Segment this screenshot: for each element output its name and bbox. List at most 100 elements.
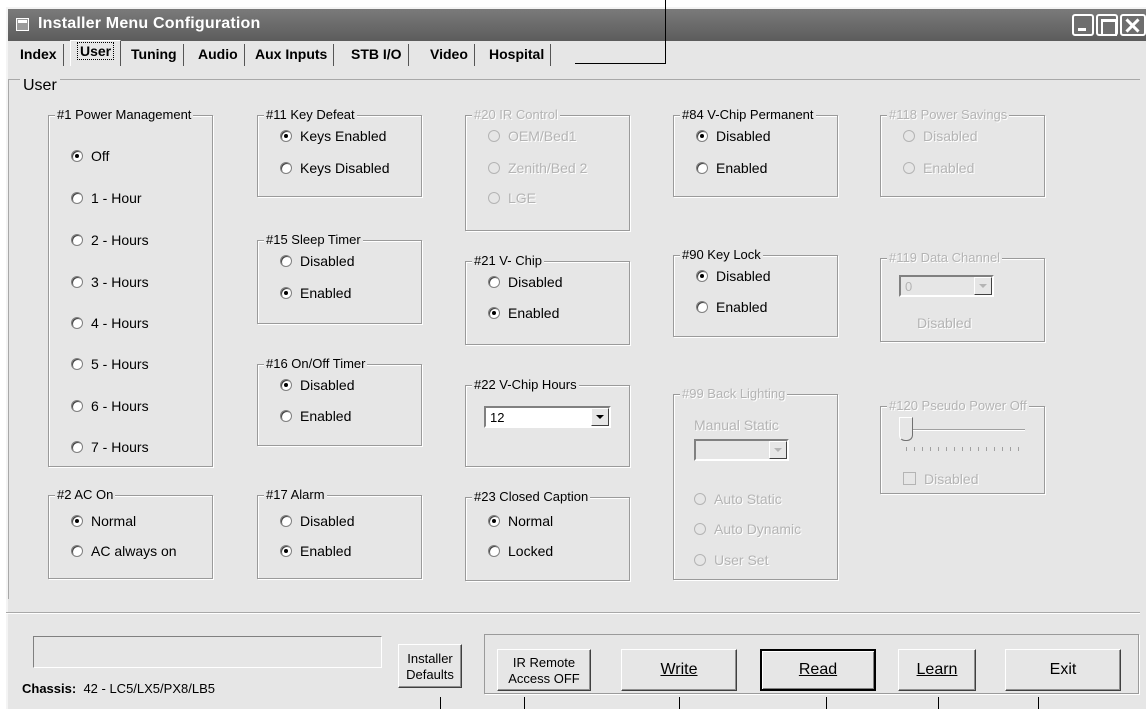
callout-tick (1038, 697, 1039, 709)
group-title: #90 Key Lock (680, 247, 763, 262)
radio-icon (488, 276, 500, 288)
radio-ac-always-on[interactable]: AC always on (71, 543, 177, 559)
radio-cc-normal[interactable]: Normal (488, 513, 553, 529)
dropdown-arrow-icon (974, 277, 992, 295)
radio-vchip-perm-disabled[interactable]: Disabled (696, 128, 770, 144)
exit-button[interactable]: Exit (1005, 649, 1121, 691)
group-sleep-timer: #15 Sleep Timer Disabled Enabled (257, 232, 422, 324)
group-title: #11 Key Defeat (264, 107, 357, 122)
radio-selected-icon (696, 130, 708, 142)
radio-power-4h[interactable]: 4 - Hours (71, 315, 149, 331)
write-button[interactable]: Write (621, 649, 737, 691)
dropdown-arrow-icon (769, 441, 787, 459)
radio-icon (694, 554, 706, 566)
slider-tick (954, 447, 955, 451)
footer-separator (6, 612, 1140, 614)
callout-tick (826, 697, 827, 709)
radio-vchip-disabled[interactable]: Disabled (488, 274, 562, 290)
radio-keylock-enabled[interactable]: Enabled (696, 299, 767, 315)
tab-video[interactable]: Video (424, 44, 475, 66)
callout-tick (679, 697, 680, 709)
group-data-channel: #119 Data Channel 0 Disabled (880, 250, 1045, 342)
radio-icon (71, 545, 83, 557)
ir-remote-access-button[interactable]: IR Remote Access OFF (497, 649, 591, 691)
radio-cc-locked[interactable]: Locked (488, 543, 553, 559)
radio-icon (71, 276, 83, 288)
radio-power-2h[interactable]: 2 - Hours (71, 232, 149, 248)
radio-selected-icon (71, 515, 83, 527)
radio-icon (280, 410, 292, 422)
window-menu-icon[interactable] (16, 18, 29, 31)
tab-index[interactable]: Index (14, 44, 64, 66)
radio-alarm-disabled[interactable]: Disabled (280, 513, 354, 529)
read-button[interactable]: Read (760, 649, 876, 691)
callout-tick (440, 697, 441, 709)
radio-icon (696, 301, 708, 313)
tab-user[interactable]: User (70, 40, 122, 66)
radio-icon (488, 545, 500, 557)
maximize-button[interactable] (1096, 14, 1118, 36)
slider-tick (994, 447, 995, 451)
close-button[interactable] (1120, 14, 1146, 36)
radio-power-1h[interactable]: 1 - Hour (71, 190, 142, 206)
radio-ac-normal[interactable]: Normal (71, 513, 136, 529)
installer-defaults-button[interactable]: Installer Defaults (398, 644, 462, 688)
radio-ir-oem: OEM/Bed1 (488, 128, 576, 144)
radio-power-5h[interactable]: 5 - Hours (71, 356, 149, 372)
group-title: #119 Data Channel (887, 250, 1003, 265)
radio-keys-enabled[interactable]: Keys Enabled (280, 128, 386, 144)
radio-auto-dynamic: Auto Dynamic (694, 521, 801, 537)
dropdown-arrow-icon[interactable] (591, 408, 609, 426)
radio-sleep-disabled[interactable]: Disabled (280, 253, 354, 269)
tab-hospital[interactable]: Hospital (483, 44, 552, 66)
slider-tick (1018, 447, 1019, 451)
title-bar[interactable]: Installer Menu Configuration (8, 9, 1146, 41)
radio-vchip-enabled[interactable]: Enabled (488, 305, 559, 321)
radio-icon (280, 515, 292, 527)
radio-onoff-enabled[interactable]: Enabled (280, 408, 351, 424)
radio-sleep-enabled[interactable]: Enabled (280, 285, 351, 301)
group-title: #16 On/Off Timer (264, 356, 368, 371)
slider-tick (938, 447, 939, 451)
group-alarm: #17 Alarm Disabled Enabled (257, 487, 422, 579)
tab-stb-io[interactable]: STB I/O (345, 44, 409, 66)
radio-icon (488, 162, 500, 174)
radio-icon (71, 234, 83, 246)
radio-selected-icon (488, 307, 500, 319)
group-title: #2 AC On (55, 487, 116, 502)
radio-keys-disabled[interactable]: Keys Disabled (280, 160, 390, 176)
radio-selected-icon (280, 130, 292, 142)
chassis-info: Chassis: 42 - LC5/LX5/PX8/LB5 (22, 681, 215, 696)
group-key-defeat: #11 Key Defeat Keys Enabled Keys Disable… (257, 107, 422, 197)
tab-aux-inputs[interactable]: Aux Inputs (249, 44, 335, 66)
group-title: #120 Pseudo Power Off (887, 398, 1029, 413)
radio-power-off[interactable]: Off (71, 148, 109, 164)
radio-power-7h[interactable]: 7 - Hours (71, 439, 149, 455)
radio-icon (694, 523, 706, 535)
radio-power-3h[interactable]: 3 - Hours (71, 274, 149, 290)
learn-button[interactable]: Learn (898, 649, 976, 691)
data-channel-select: 0 (899, 275, 994, 297)
callout-line-tabs-vertical (665, 0, 666, 64)
radio-power-6h[interactable]: 6 - Hours (71, 398, 149, 414)
radio-vchip-perm-enabled[interactable]: Enabled (696, 160, 767, 176)
slider-tick (962, 447, 963, 451)
tab-audio[interactable]: Audio (192, 44, 245, 66)
slider-track (903, 429, 1025, 431)
slider-tick (930, 447, 931, 451)
minimize-button[interactable] (1072, 14, 1094, 36)
group-onoff-timer: #16 On/Off Timer Disabled Enabled (257, 356, 422, 446)
group-title: #22 V-Chip Hours (472, 377, 579, 392)
tab-tuning[interactable]: Tuning (125, 44, 184, 66)
radio-onoff-disabled[interactable]: Disabled (280, 377, 354, 393)
radio-keylock-disabled[interactable]: Disabled (696, 268, 770, 284)
data-channel-status: Disabled (917, 315, 972, 331)
radio-alarm-enabled[interactable]: Enabled (280, 543, 351, 559)
group-ir-control: #20 IR Control OEM/Bed1 Zenith/Bed 2 LGE (465, 107, 630, 231)
group-vchip: #21 V- Chip Disabled Enabled (465, 253, 630, 345)
radio-savings-enabled: Enabled (903, 160, 974, 176)
radio-user-set: User Set (694, 552, 768, 568)
radio-icon (696, 162, 708, 174)
vchip-hours-select[interactable]: 12 (484, 406, 611, 428)
group-power-management: #1 Power Management Off 1 - Hour 2 - Hou… (48, 107, 213, 467)
